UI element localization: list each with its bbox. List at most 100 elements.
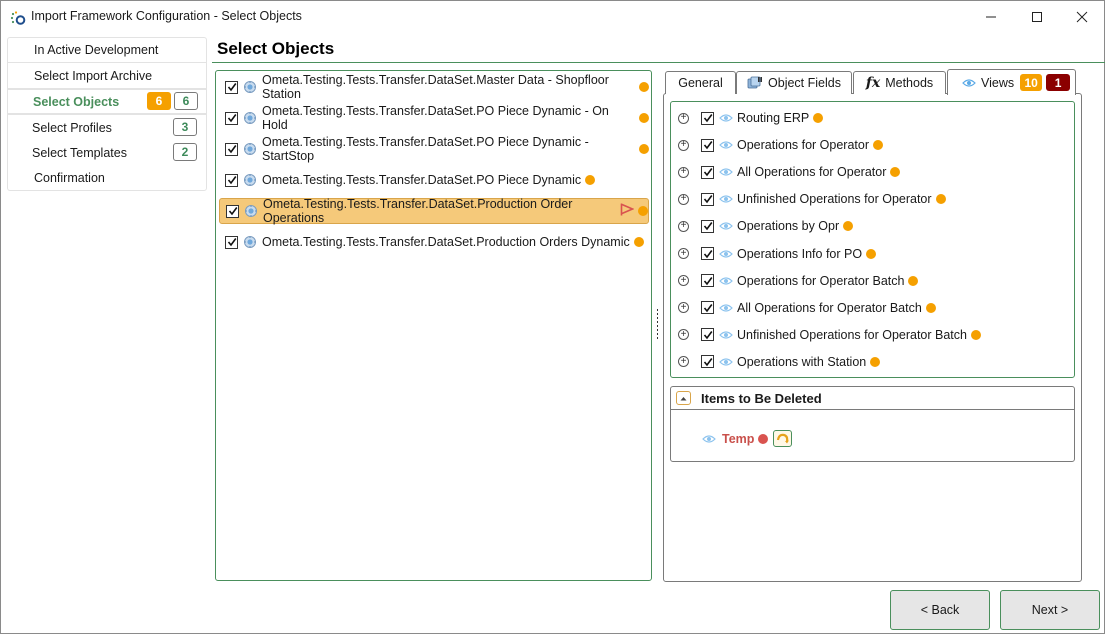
views-deleted-badge: 1: [1046, 74, 1071, 91]
expand-icon[interactable]: +: [678, 248, 689, 259]
restore-button[interactable]: [773, 430, 793, 447]
object-checkbox[interactable]: [225, 111, 238, 125]
expand-icon[interactable]: +: [678, 112, 689, 124]
sidebar-item-in-active-development[interactable]: In Active Development: [8, 38, 206, 63]
changed-status-dot: [866, 248, 877, 259]
expand-icon[interactable]: +: [678, 139, 689, 151]
maximize-icon: [1032, 12, 1042, 22]
view-checkbox[interactable]: [701, 219, 714, 233]
view-tree-item[interactable]: + Operations for Operator Batch: [678, 271, 919, 291]
object-list-item[interactable]: Ometa.Testing.Tests.Transfer.DataSet.PO …: [219, 135, 649, 163]
object-checkbox[interactable]: [225, 235, 238, 249]
view-checkbox[interactable]: [701, 247, 714, 260]
object-list-item[interactable]: Ometa.Testing.Tests.Transfer.DataSet.Mas…: [219, 73, 649, 101]
minimize-icon: [986, 16, 996, 18]
view-tree-item[interactable]: + Unfinished Operations for Operator Batc…: [678, 325, 981, 345]
view-tree-item[interactable]: + Routing ERP: [678, 108, 824, 128]
changed-status-dot: [935, 194, 946, 205]
sidebar-item-select-import-archive[interactable]: Select Import Archive: [8, 63, 206, 88]
view-checkbox[interactable]: [701, 111, 714, 125]
view-name: Operations for Operator Batch: [737, 273, 905, 288]
sidebar-item-select-profiles[interactable]: Select Profiles 3: [8, 115, 206, 140]
maximize-button[interactable]: [1014, 1, 1060, 33]
object-checkbox[interactable]: [225, 142, 238, 156]
changed-status-dot: [873, 140, 884, 151]
sidebar-item-confirmation[interactable]: Confirmation: [8, 165, 206, 190]
expand-icon[interactable]: +: [678, 166, 689, 178]
tab-label: Views: [981, 75, 1015, 90]
items-to-be-deleted-panel: Items to Be Deleted Temp: [670, 386, 1075, 462]
view-name: Operations with Station: [737, 354, 867, 369]
sidebar-item-label: Select Profiles: [32, 120, 112, 135]
changed-status-dot: [925, 302, 936, 313]
flag-icon: [620, 203, 635, 219]
object-list-item[interactable]: Ometa.Testing.Tests.Transfer.DataSet.Pro…: [219, 197, 649, 225]
changed-status-dot: [639, 144, 649, 154]
object-name: Ometa.Testing.Tests.Transfer.DataSet.Pro…: [263, 197, 573, 225]
new-count-badge: 6: [147, 92, 171, 110]
view-checkbox[interactable]: [701, 165, 714, 179]
deleted-panel-header: Items to Be Deleted: [671, 387, 1074, 410]
deleted-item: Temp: [702, 430, 793, 447]
sidebar-item-select-objects[interactable]: Select Objects 6 6: [8, 88, 206, 115]
changed-status-dot: [813, 113, 824, 123]
view-tree-item[interactable]: + Operations for Operator: [678, 135, 884, 155]
sidebar-item-label: Select Templates: [32, 145, 127, 160]
object-checkbox[interactable]: [225, 173, 238, 187]
dataset-icon: [244, 204, 263, 218]
deleted-item-label: Temp: [722, 431, 755, 446]
back-button[interactable]: < Back: [890, 590, 990, 630]
total-count-badge: 6: [174, 92, 198, 110]
tab-label: Methods: [885, 76, 934, 90]
close-button[interactable]: [1059, 1, 1105, 33]
expand-icon[interactable]: +: [678, 275, 689, 287]
eye-icon: [719, 276, 733, 286]
tab-label: Object Fields: [768, 76, 841, 90]
changed-status-dot: [970, 329, 981, 340]
view-checkbox[interactable]: [701, 301, 714, 315]
object-list-item[interactable]: Ometa.Testing.Tests.Transfer.DataSet.Pro…: [219, 229, 649, 255]
object-checkbox[interactable]: [226, 204, 239, 218]
view-tree-item[interactable]: + Unfinished Operations for Operator: [678, 189, 946, 209]
view-tree-item[interactable]: + Operations by Opr: [678, 216, 854, 236]
expand-icon[interactable]: +: [678, 329, 689, 341]
view-checkbox[interactable]: [701, 274, 714, 288]
view-tree-item[interactable]: + Operations Info for PO: [678, 244, 877, 264]
splitter-handle[interactable]: [656, 309, 659, 339]
eye-icon: [719, 303, 733, 313]
views-tree: + Routing ERP + Operations for Operator + All…: [670, 101, 1075, 378]
minimize-button[interactable]: [968, 1, 1014, 33]
fx-icon: fx: [865, 75, 881, 91]
view-tree-item[interactable]: + All Operations for Operator Batch: [678, 298, 936, 318]
dataset-icon: [243, 80, 262, 94]
dataset-icon: [243, 235, 262, 249]
next-button[interactable]: Next >: [1000, 590, 1100, 630]
view-tree-item[interactable]: + Operations with Station: [678, 352, 881, 372]
expand-icon[interactable]: +: [678, 302, 689, 314]
changed-status-dot: [638, 206, 648, 216]
changed-status-dot: [843, 221, 854, 232]
tab-label: General: [678, 76, 723, 90]
object-list-item[interactable]: Ometa.Testing.Tests.Transfer.DataSet.PO …: [219, 167, 649, 193]
view-name: Routing ERP: [737, 111, 810, 125]
sidebar-item-select-templates[interactable]: Select Templates 2: [8, 140, 206, 165]
tab-methods[interactable]: fx Methods: [853, 71, 946, 94]
sidebar-item-label: Select Objects: [33, 94, 120, 109]
deleted-status-dot: [758, 433, 769, 444]
tab-general[interactable]: General: [665, 71, 736, 94]
expand-icon[interactable]: +: [678, 193, 689, 205]
eye-icon: [719, 249, 733, 259]
eye-icon: [719, 330, 733, 340]
view-checkbox[interactable]: [701, 355, 714, 369]
expand-icon[interactable]: +: [678, 220, 689, 232]
view-checkbox[interactable]: [701, 328, 714, 342]
object-checkbox[interactable]: [225, 80, 238, 94]
view-checkbox[interactable]: [701, 138, 714, 152]
collapse-button[interactable]: [676, 391, 691, 405]
view-checkbox[interactable]: [701, 192, 714, 206]
tab-object-fields[interactable]: Object Fields: [736, 71, 852, 94]
object-list-item[interactable]: Ometa.Testing.Tests.Transfer.DataSet.PO …: [219, 104, 649, 132]
view-tree-item[interactable]: + All Operations for Operator: [678, 162, 901, 182]
tab-views[interactable]: Views 10 1: [947, 69, 1076, 95]
expand-icon[interactable]: +: [678, 356, 689, 368]
